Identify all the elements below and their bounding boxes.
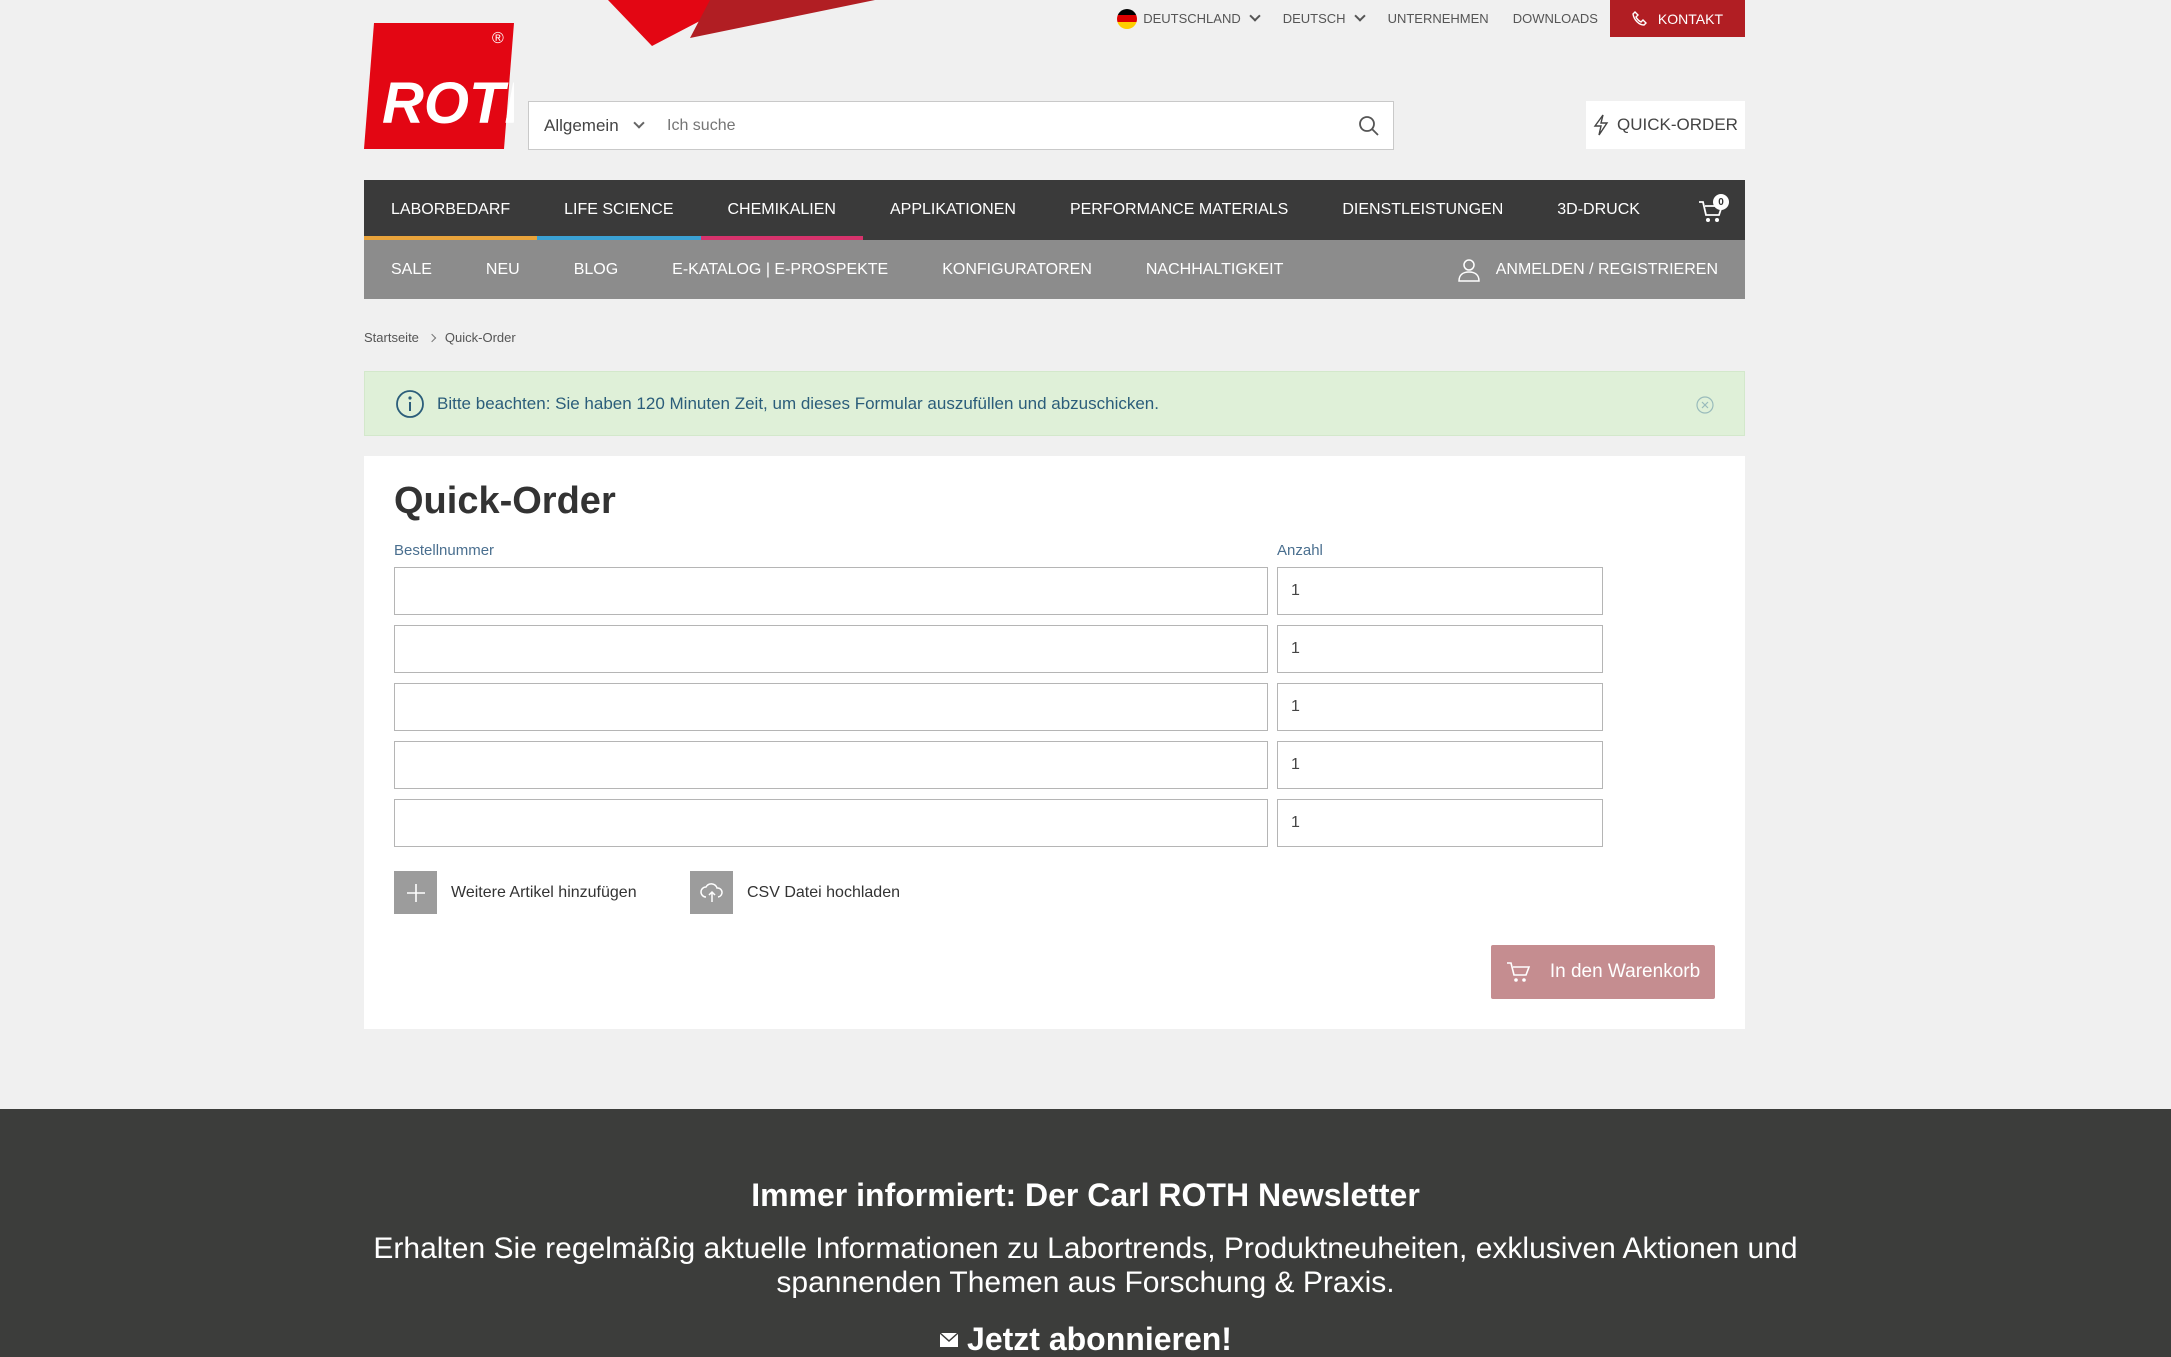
search-button[interactable] [1345, 115, 1393, 137]
subnav-item-e-katalog[interactable]: E-KATALOG | E-PROSPEKTE [645, 261, 915, 279]
cart-count-badge: 0 [1713, 194, 1729, 210]
subnav-item-neu[interactable]: NEU [459, 261, 547, 279]
quantity-input[interactable]: 1 [1277, 799, 1603, 847]
svg-text:®: ® [492, 30, 504, 47]
contact-button[interactable]: KONTAKT [1609, 0, 1745, 37]
newsletter-title: Immer informiert: Der Carl ROTH Newslett… [751, 1177, 1420, 1213]
breadcrumb-home[interactable]: Startseite [364, 330, 419, 345]
nav-item-performance-materials[interactable]: PERFORMANCE MATERIALS [1043, 180, 1315, 240]
nav-label: LIFE SCIENCE [564, 201, 674, 218]
breadcrumb-current: Quick-Order [444, 330, 516, 345]
newsletter-cta-label: Jetzt abonnieren! [967, 1321, 1232, 1357]
germany-flag-icon [1117, 8, 1138, 29]
breadcrumb: Startseite Quick-Order [364, 330, 516, 345]
country-selector[interactable]: DEUTSCHLAND [1117, 8, 1261, 29]
order-number-input[interactable] [394, 799, 1268, 847]
subnav-item-nachhaltigkeit[interactable]: NACHHALTIGKEIT [1119, 261, 1311, 279]
quantity-input[interactable]: 1 [1277, 741, 1603, 789]
login-label: ANMELDEN / REGISTRIEREN [1495, 260, 1718, 278]
newsletter-section: Immer informiert: Der Carl ROTH Newslett… [0, 1109, 2171, 1357]
search-icon [1359, 115, 1379, 136]
nav-label: LABORBEDARF [391, 201, 511, 218]
user-icon [1457, 258, 1480, 282]
nav-item-laborbedarf[interactable]: LABORBEDARF [364, 180, 538, 240]
chevron-right-icon [427, 333, 437, 342]
nav-label: CHEMIKALIEN [727, 201, 836, 218]
csv-upload-label: CSV Datei hochladen [747, 883, 900, 901]
quick-order-form: Quick-Order Bestellnummer Anzahl 1 1 1 1… [364, 456, 1745, 1029]
order-number-input[interactable] [394, 683, 1268, 731]
subnav-item-blog[interactable]: BLOG [547, 261, 645, 279]
page-title: Quick-Order [394, 480, 616, 522]
sub-nav: SALE NEU BLOG E-KATALOG | E-PROSPEKTE KO… [364, 240, 1745, 299]
subnav-item-sale[interactable]: SALE [364, 261, 459, 279]
chevron-down-icon [632, 117, 645, 129]
nav-item-life-science[interactable]: LIFE SCIENCE [537, 180, 701, 240]
close-icon[interactable] [1696, 396, 1714, 414]
quantity-input[interactable]: 1 [1277, 567, 1603, 615]
csv-upload-button[interactable]: CSV Datei hochladen [690, 871, 900, 914]
order-number-label: Bestellnummer [394, 542, 495, 559]
nav-item-dienstleistungen[interactable]: DIENSTLEISTUNGEN [1315, 180, 1530, 240]
quick-order-button[interactable]: QUICK-ORDER [1586, 101, 1745, 149]
quick-order-label: QUICK-ORDER [1617, 115, 1738, 134]
cart-button[interactable]: 0 [1697, 194, 1729, 226]
company-link[interactable]: UNTERNEHMEN [1388, 11, 1489, 26]
add-to-cart-label: In den Warenkorb [1549, 961, 1701, 982]
nav-label: 3D-DRUCK [1557, 201, 1640, 218]
quantity-input[interactable]: 1 [1277, 625, 1603, 673]
subnav-item-konfiguratoren[interactable]: KONFIGURATOREN [915, 261, 1119, 279]
quantity-input[interactable]: 1 [1277, 683, 1603, 731]
search-input[interactable] [667, 116, 1345, 135]
info-icon [396, 389, 424, 418]
newsletter-subtitle: Erhalten Sie regelmäßig aktuelle Informa… [373, 1232, 1798, 1299]
search-category-select[interactable]: Allgemein [529, 116, 667, 136]
nav-label: PERFORMANCE MATERIALS [1069, 201, 1289, 218]
add-to-cart-button[interactable]: In den Warenkorb [1491, 945, 1715, 999]
info-alert: Bitte beachten: Sie haben 120 Minuten Ze… [364, 371, 1745, 436]
cloud-upload-icon [690, 871, 733, 914]
contact-label: KONTAKT [1657, 10, 1723, 27]
top-bar: DEUTSCHLAND DEUTSCH UNTERNEHMEN DOWNLOAD… [1093, 0, 1745, 37]
order-number-input[interactable] [394, 567, 1268, 615]
nav-label: DIENSTLEISTUNGEN [1342, 201, 1504, 218]
search-category-label: Allgemein [544, 115, 619, 135]
lightning-icon [1593, 114, 1609, 136]
downloads-link[interactable]: DOWNLOADS [1513, 11, 1598, 26]
carl-roth-logo[interactable]: ROTH ® [364, 23, 547, 149]
search-bar: Allgemein [528, 101, 1394, 150]
phone-icon [1632, 10, 1647, 26]
envelope-icon [939, 1331, 959, 1347]
language-selector[interactable]: DEUTSCH [1282, 10, 1366, 26]
nav-item-3d-druck[interactable]: 3D-DRUCK [1530, 180, 1667, 240]
nav-item-applikationen[interactable]: APPLIKATIONEN [863, 180, 1043, 240]
nav-label: APPLIKATIONEN [889, 201, 1016, 218]
language-label: DEUTSCH [1282, 11, 1346, 26]
add-more-label: Weitere Artikel hinzufügen [451, 883, 637, 901]
alert-text: Bitte beachten: Sie haben 120 Minuten Ze… [437, 393, 1159, 413]
nav-item-chemikalien[interactable]: CHEMIKALIEN [700, 180, 863, 240]
chevron-down-icon [1353, 10, 1366, 22]
cart-icon [1506, 962, 1530, 982]
order-number-input[interactable] [394, 741, 1268, 789]
main-nav: LABORBEDARF LIFE SCIENCE CHEMIKALIEN APP… [364, 180, 1745, 240]
quantity-label: Anzahl [1277, 542, 1323, 559]
logo-text: ROTH [382, 71, 514, 136]
newsletter-subscribe-link[interactable]: Jetzt abonnieren! [0, 1321, 2171, 1357]
country-label: DEUTSCHLAND [1143, 11, 1241, 26]
order-number-input[interactable] [394, 625, 1268, 673]
login-register-link[interactable]: ANMELDEN / REGISTRIEREN [1457, 258, 1745, 282]
add-more-button[interactable]: Weitere Artikel hinzufügen [394, 871, 637, 914]
chevron-down-icon [1249, 10, 1261, 22]
plus-icon [394, 871, 437, 914]
decorative-red-shapes [608, 0, 875, 46]
